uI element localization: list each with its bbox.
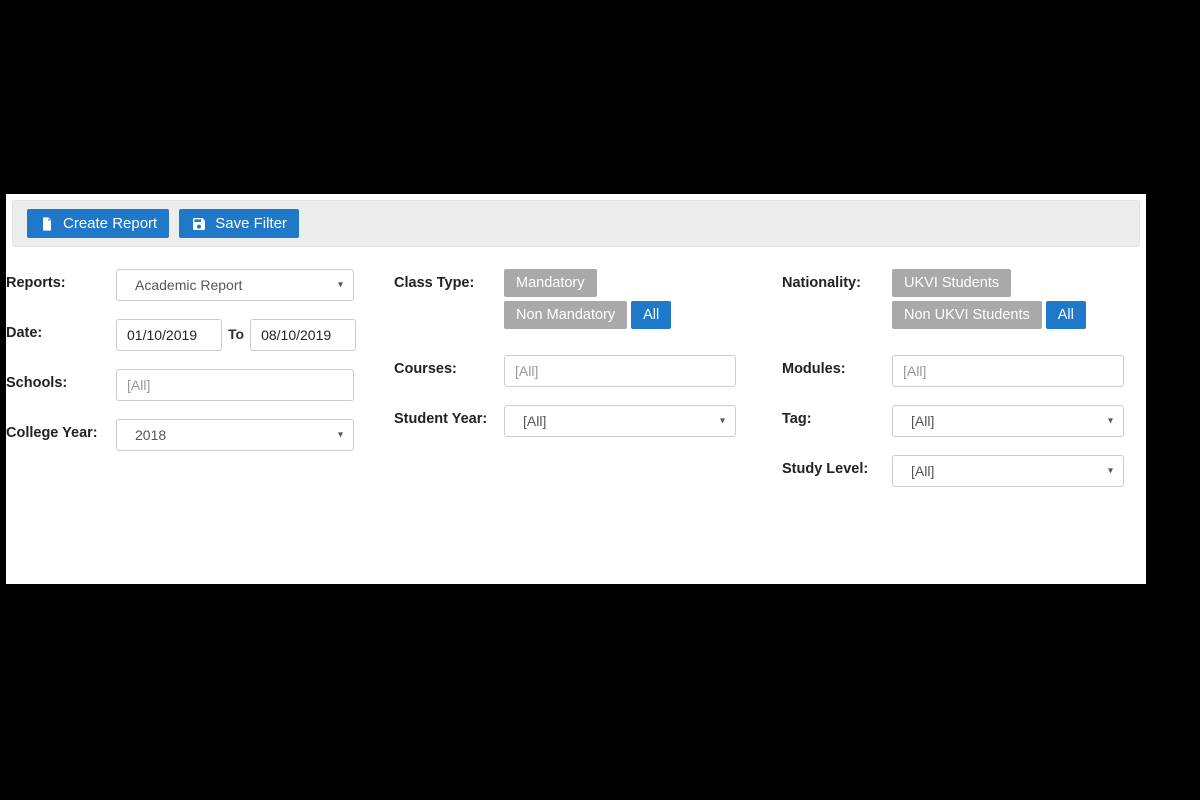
save-filter-label: Save Filter	[215, 215, 287, 232]
schools-value: [All]	[127, 377, 150, 393]
class-type-row: Class Type: Mandatory Non Mandatory All	[394, 269, 782, 329]
schools-input[interactable]: [All]	[116, 369, 354, 401]
class-type-label: Class Type:	[394, 269, 504, 291]
create-report-button[interactable]: Create Report	[27, 209, 169, 238]
reports-value: Academic Report	[135, 277, 242, 293]
courses-label: Courses:	[394, 355, 504, 377]
study-level-value: [All]	[911, 463, 934, 479]
nationality-segmented: UKVI Students Non UKVI Students All	[892, 269, 1132, 329]
reports-row: Reports: Academic Report	[6, 269, 394, 301]
reports-select[interactable]: Academic Report	[116, 269, 354, 301]
date-to-value: 08/10/2019	[261, 327, 331, 343]
tag-value: [All]	[911, 413, 934, 429]
tag-row: Tag: [All]	[782, 405, 1142, 437]
courses-value: [All]	[515, 363, 538, 379]
class-type-mandatory[interactable]: Mandatory	[504, 269, 597, 297]
date-from-input[interactable]: 01/10/2019	[116, 319, 222, 351]
date-label: Date:	[6, 319, 116, 341]
college-year-value: 2018	[135, 427, 166, 443]
schools-label: Schools:	[6, 369, 116, 391]
toolbar: Create Report Save Filter	[12, 200, 1140, 247]
create-report-label: Create Report	[63, 215, 157, 232]
modules-value: [All]	[903, 363, 926, 379]
date-to-input[interactable]: 08/10/2019	[250, 319, 356, 351]
date-from-value: 01/10/2019	[127, 327, 197, 343]
nationality-ukvi[interactable]: UKVI Students	[892, 269, 1011, 297]
college-year-label: College Year:	[6, 419, 116, 441]
class-type-non-mandatory[interactable]: Non Mandatory	[504, 301, 627, 329]
modules-input[interactable]: [All]	[892, 355, 1124, 387]
filters-area: Reports: Academic Report Date: 01/10/201…	[6, 247, 1146, 505]
college-year-row: College Year: 2018	[6, 419, 394, 451]
report-filter-panel: Create Report Save Filter Reports: Acade…	[6, 194, 1146, 584]
nationality-non-ukvi[interactable]: Non UKVI Students	[892, 301, 1042, 329]
nationality-row: Nationality: UKVI Students Non UKVI Stud…	[782, 269, 1142, 329]
class-type-all[interactable]: All	[631, 301, 671, 329]
student-year-select[interactable]: [All]	[504, 405, 736, 437]
tag-select[interactable]: [All]	[892, 405, 1124, 437]
filters-col-2: Class Type: Mandatory Non Mandatory All …	[394, 269, 782, 505]
date-row: Date: 01/10/2019 To 08/10/2019	[6, 319, 394, 351]
class-type-segmented: Mandatory Non Mandatory All	[504, 269, 744, 329]
nationality-label: Nationality:	[782, 269, 892, 291]
document-icon	[39, 216, 55, 232]
modules-label: Modules:	[782, 355, 892, 377]
student-year-value: [All]	[523, 413, 546, 429]
student-year-label: Student Year:	[394, 405, 504, 427]
save-filter-button[interactable]: Save Filter	[179, 209, 299, 238]
study-level-select[interactable]: [All]	[892, 455, 1124, 487]
courses-input[interactable]: [All]	[504, 355, 736, 387]
reports-label: Reports:	[6, 269, 116, 291]
date-to-label: To	[222, 319, 250, 342]
modules-row: Modules: [All]	[782, 355, 1142, 387]
schools-row: Schools: [All]	[6, 369, 394, 401]
save-icon	[191, 216, 207, 232]
study-level-label: Study Level:	[782, 455, 892, 477]
study-level-row: Study Level: [All]	[782, 455, 1142, 487]
college-year-select[interactable]: 2018	[116, 419, 354, 451]
student-year-row: Student Year: [All]	[394, 405, 782, 437]
filters-col-3: Nationality: UKVI Students Non UKVI Stud…	[782, 269, 1142, 505]
courses-row: Courses: [All]	[394, 355, 782, 387]
filters-col-1: Reports: Academic Report Date: 01/10/201…	[6, 269, 394, 505]
tag-label: Tag:	[782, 405, 892, 427]
nationality-all[interactable]: All	[1046, 301, 1086, 329]
